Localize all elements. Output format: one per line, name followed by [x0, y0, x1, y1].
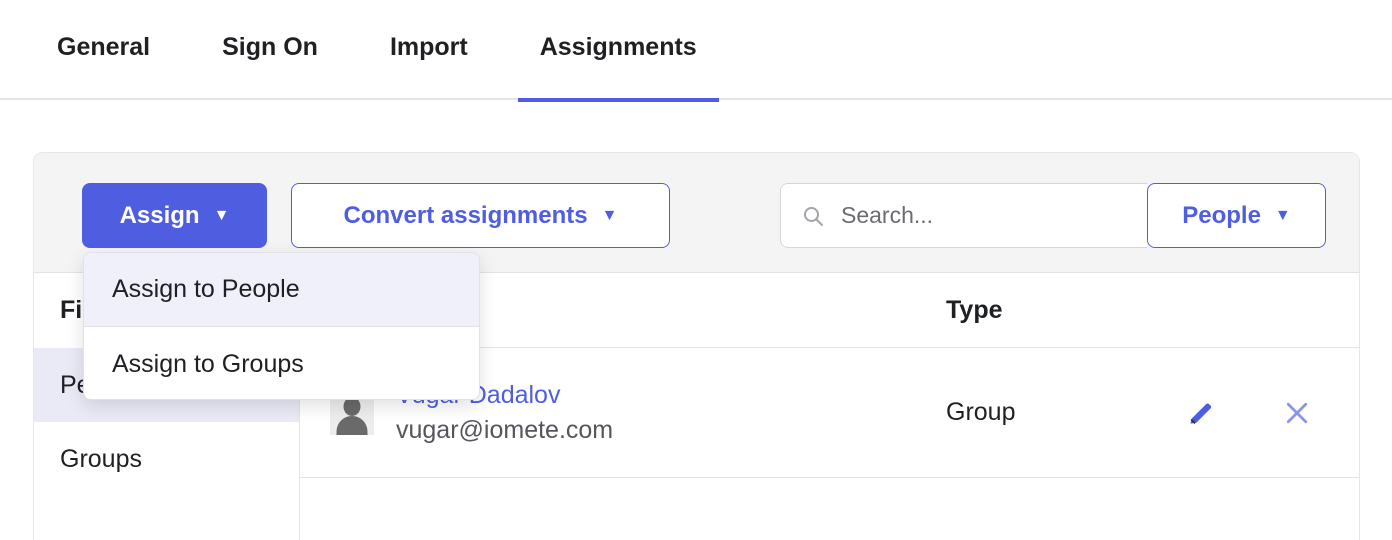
chevron-down-icon: ▼: [213, 206, 230, 224]
close-icon[interactable]: [1282, 398, 1312, 428]
assign-button-label: Assign: [119, 201, 200, 229]
people-filter-dropdown[interactable]: People ▼: [1147, 183, 1326, 248]
tab-assignments[interactable]: Assignments: [517, 35, 719, 102]
sidebar-item-groups[interactable]: Groups: [34, 422, 299, 496]
tab-sign-on[interactable]: Sign On: [222, 35, 318, 100]
menu-item-assign-to-groups[interactable]: Assign to Groups: [84, 327, 479, 399]
pencil-icon[interactable]: [1186, 398, 1216, 428]
chevron-down-icon: ▼: [601, 206, 618, 224]
column-header-type: Type: [946, 295, 1003, 324]
assign-dropdown-menu: Assign to People Assign to Groups: [83, 252, 480, 400]
assign-button[interactable]: Assign ▼: [82, 183, 267, 248]
menu-item-assign-to-people[interactable]: Assign to People: [84, 253, 479, 327]
assignee-email: vugar@iomete.com: [396, 415, 614, 444]
tab-general[interactable]: General: [57, 35, 150, 100]
avatar-shoulders: [336, 415, 368, 435]
convert-assignments-button[interactable]: Convert assignments ▼: [291, 183, 670, 248]
search-box[interactable]: [780, 183, 1147, 248]
people-filter-label: People: [1182, 201, 1261, 229]
search-icon: [804, 206, 823, 226]
convert-assignments-label: Convert assignments: [343, 201, 588, 229]
tab-bar: General Sign On Import Assignments: [0, 0, 1392, 102]
tab-import[interactable]: Import: [390, 35, 468, 100]
search-group: People ▼: [780, 183, 1326, 248]
search-input[interactable]: [841, 202, 1147, 229]
tab-list: General Sign On Import Assignments: [0, 0, 1392, 102]
row-actions: [1146, 398, 1359, 428]
assignments-page: General Sign On Import Assignments Assig…: [0, 0, 1392, 540]
chevron-down-icon: ▼: [1274, 206, 1291, 224]
type-cell: Group: [946, 398, 1016, 426]
